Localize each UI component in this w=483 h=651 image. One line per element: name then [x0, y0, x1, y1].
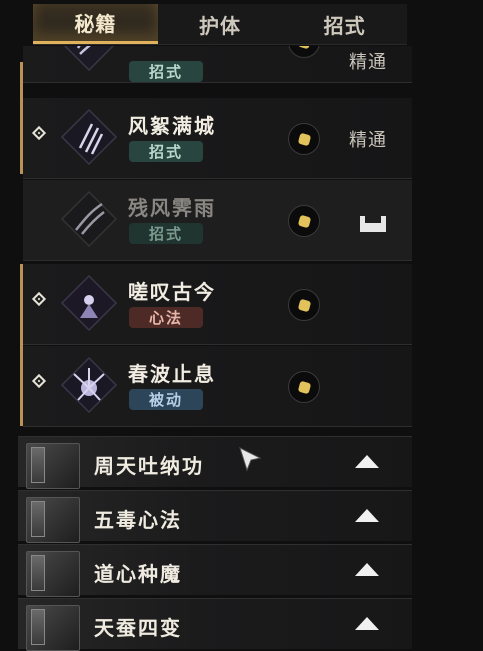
skill-name: 春波止息 [128, 362, 216, 386]
book-cover-icon [26, 605, 80, 651]
skill-row-canfeng[interactable]: 残风霁雨 招式 [23, 180, 412, 261]
mouse-pointer-icon [239, 447, 262, 472]
skill-name: 残风霁雨 [128, 196, 216, 220]
skill-icon [60, 108, 118, 166]
book-header-wudu[interactable]: 五毒心法 [18, 490, 412, 543]
book-cover-icon [26, 551, 80, 597]
diamond-pin-icon [31, 125, 47, 141]
skill-row-jietan[interactable]: 嗟叹古今 心法 [23, 264, 412, 345]
triangle-up-icon[interactable] [355, 509, 379, 522]
triangle-up-icon[interactable] [355, 563, 379, 576]
book-cover-icon [26, 497, 80, 543]
skill-type-tag: 心法 [129, 307, 203, 328]
gold-coin-icon[interactable] [288, 46, 320, 58]
skill-type-tag: 被动 [129, 389, 203, 410]
tab-huti[interactable]: 护体 [158, 4, 283, 44]
skill-type-tag: 招式 [129, 223, 203, 244]
book-header-daoxin[interactable]: 道心种魔 [18, 544, 412, 597]
tab-zhaoshi[interactable]: 招式 [282, 4, 407, 44]
gold-coin-icon[interactable] [288, 123, 320, 155]
skill-status: 精通 [349, 52, 387, 73]
book-header-tiancan[interactable]: 天蚕四变 [18, 598, 412, 651]
book-cover-icon [26, 443, 80, 489]
skill-row-fengxu[interactable]: 风絮满城 招式 精通 [23, 98, 412, 179]
triangle-up-icon[interactable] [355, 617, 379, 630]
skill-type-tag: 招式 [129, 61, 203, 82]
book-title: 周天吐纳功 [94, 454, 204, 478]
gold-coin-icon[interactable] [288, 289, 320, 321]
gold-coin-icon[interactable] [288, 205, 320, 237]
skill-status: 精通 [349, 130, 387, 151]
tab-miji[interactable]: 秘籍 [33, 4, 158, 44]
gold-coin-icon[interactable] [288, 371, 320, 403]
skill-name: 风絮满城 [128, 114, 216, 138]
skill-name: 嗟叹古今 [128, 280, 216, 304]
skill-row-partial[interactable]: 招式 精通 [23, 46, 412, 83]
book-title: 天蚕四变 [94, 616, 182, 640]
equip-tray-icon[interactable] [358, 212, 388, 234]
book-title: 道心种魔 [94, 562, 182, 586]
skill-icon [63, 46, 115, 72]
skill-icon [60, 356, 118, 414]
category-tabs: 秘籍 护体 招式 [33, 4, 407, 45]
skill-type-tag: 招式 [129, 141, 203, 162]
book-header-zhoutian[interactable]: 周天吐纳功 [18, 436, 412, 489]
diamond-pin-icon [31, 373, 47, 389]
triangle-up-icon[interactable] [355, 455, 379, 468]
skill-icon [60, 190, 118, 248]
book-title: 五毒心法 [94, 508, 182, 532]
skill-row-chunbo[interactable]: 春波止息 被动 [23, 346, 412, 427]
skill-icon [60, 274, 118, 332]
diamond-pin-icon [31, 291, 47, 307]
